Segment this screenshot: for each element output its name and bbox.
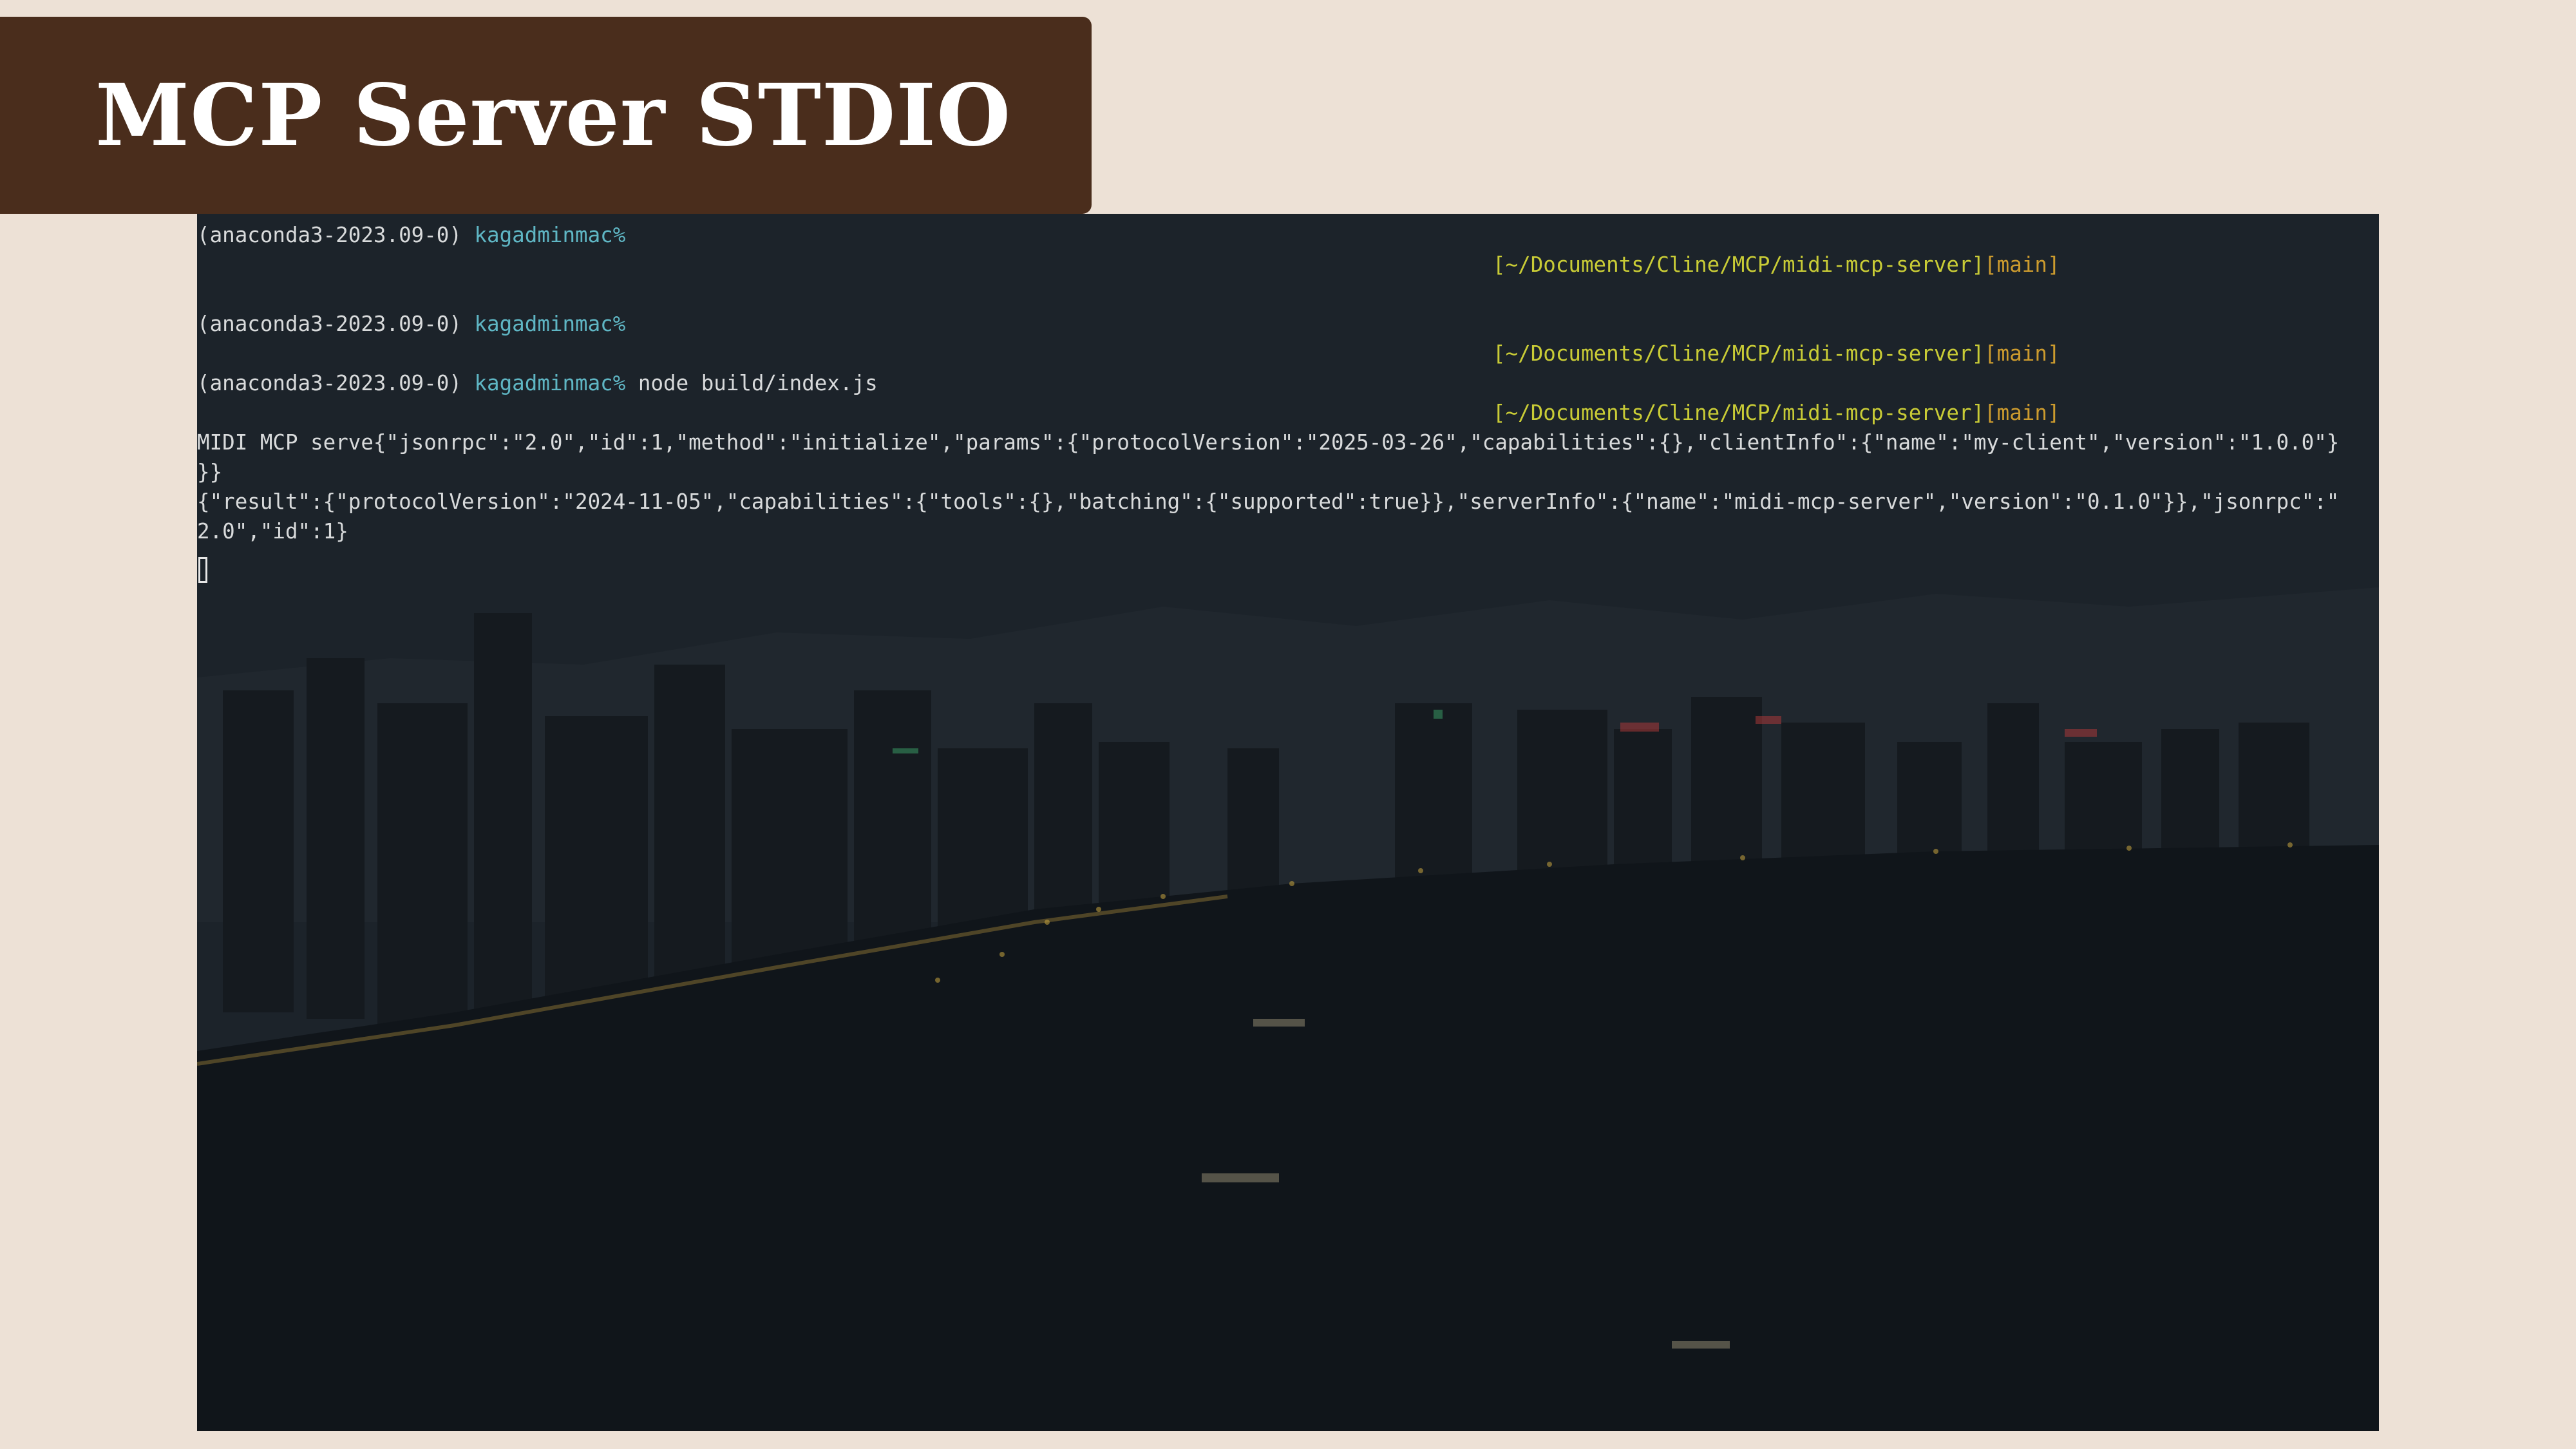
terminal-window[interactable]: (anaconda3-2023.09-0) kagadminmac% [~/Do… — [197, 214, 2379, 1431]
prompt-path: [~/Documents/Cline/MCP/midi-mcp-server] — [1493, 341, 1985, 366]
terminal-line-1: (anaconda3-2023.09-0) kagadminmac% — [197, 220, 625, 250]
terminal-line-2: (anaconda3-2023.09-0) kagadminmac% — [197, 309, 625, 339]
terminal-cursor-icon — [198, 557, 207, 583]
page-title: MCP Server STDIO — [95, 65, 1012, 166]
terminal-line-3: (anaconda3-2023.09-0) kagadminmac% node … — [197, 368, 878, 398]
terminal-output-line: MIDI MCP serve{"jsonrpc":"2.0","id":1,"m… — [197, 430, 2340, 455]
prompt-env: (anaconda3-2023.09-0) — [197, 312, 462, 336]
prompt-branch: [main] — [1984, 341, 2060, 366]
prompt-path: [~/Documents/Cline/MCP/midi-mcp-server] — [1493, 252, 1985, 277]
prompt-branch: [main] — [1984, 401, 2060, 425]
terminal-output-line: 2.0","id":1} — [197, 519, 348, 544]
prompt-user: kagadminmac% — [474, 312, 626, 336]
prompt-env: (anaconda3-2023.09-0) — [197, 371, 462, 395]
command-text: node build/index.js — [638, 371, 878, 395]
terminal-rprompt-3: [~/Documents/Cline/MCP/midi-mcp-server][… — [1493, 398, 2060, 428]
terminal-rprompt-1: [~/Documents/Cline/MCP/midi-mcp-server][… — [1493, 250, 2060, 279]
terminal-output-line: {"result":{"protocolVersion":"2024-11-05… — [197, 489, 2340, 514]
prompt-user: kagadminmac% — [474, 223, 626, 247]
prompt-path: [~/Documents/Cline/MCP/midi-mcp-server] — [1493, 401, 1985, 425]
title-banner: MCP Server STDIO — [0, 17, 1092, 214]
prompt-env: (anaconda3-2023.09-0) — [197, 223, 462, 247]
terminal-rprompt-2: [~/Documents/Cline/MCP/midi-mcp-server][… — [1493, 339, 2060, 368]
terminal-output-line: }} — [197, 460, 223, 484]
prompt-branch: [main] — [1984, 252, 2060, 277]
prompt-user: kagadminmac% — [474, 371, 626, 395]
